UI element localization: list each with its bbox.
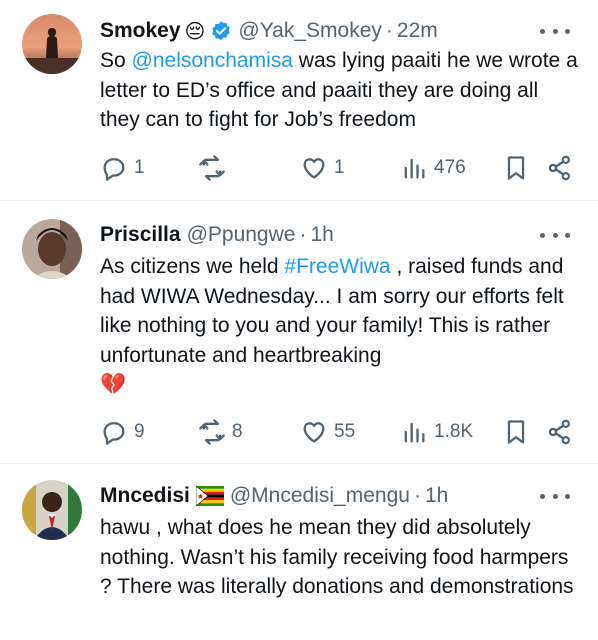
reply-count: 1 [134, 157, 145, 178]
like-count: 1 [334, 157, 345, 178]
reply-count: 9 [134, 421, 145, 442]
separator-dot: · [385, 19, 393, 42]
view-count: 1.8K [434, 421, 474, 442]
zimbabwe-flag-icon [195, 485, 224, 507]
tweet-2[interactable]: Priscilla @Ppungwe · 1h As citizens we h… [0, 201, 598, 463]
timestamp[interactable]: 1h [310, 223, 333, 247]
hashtag-link[interactable]: #FreeWiwa [284, 255, 390, 278]
views-icon [404, 422, 425, 443]
retweet-icon [199, 155, 225, 181]
user-handle[interactable]: @Yak_Smokey [238, 19, 381, 43]
bookmark-button[interactable] [502, 412, 530, 452]
bookmark-icon [507, 156, 525, 180]
views-button[interactable]: 476 [400, 148, 466, 188]
retweet-button[interactable] [198, 148, 232, 188]
share-icon [548, 155, 571, 181]
reply-icon [103, 158, 125, 181]
tweet-header: Smokey 😔 @Yak_Smokey · 22m [100, 14, 558, 48]
reply-button[interactable]: 1 [100, 148, 145, 188]
like-button[interactable]: 55 [300, 412, 355, 452]
separator-dot: · [413, 484, 421, 507]
view-count: 476 [434, 157, 466, 178]
separator-dot: · [299, 223, 307, 246]
tweet-header: Priscilla @Ppungwe · 1h [100, 218, 558, 252]
avatar[interactable] [22, 14, 82, 74]
more-options-button[interactable] [540, 484, 570, 508]
tweet-actions: 9 8 55 1.8K [100, 412, 580, 452]
more-options-button[interactable] [540, 223, 570, 247]
retweet-icon [199, 419, 225, 445]
tweet-header: Mncedisi @Mncedisi_mengu · 1h [100, 479, 558, 513]
verified-badge-icon [210, 20, 232, 42]
avatar[interactable] [22, 219, 82, 279]
user-handle[interactable]: @Ppungwe [187, 223, 296, 247]
reply-icon [103, 422, 125, 445]
broken-heart-emoji: 💔 [100, 373, 127, 396]
tweet-text: As citizens we held #FreeWiwa , raised f… [100, 252, 580, 400]
user-handle[interactable]: @Mncedisi_mengu [230, 484, 410, 508]
more-options-button[interactable] [540, 19, 570, 43]
display-name[interactable]: Mncedisi [100, 484, 190, 508]
avatar[interactable] [22, 480, 82, 540]
display-name[interactable]: Smokey [100, 19, 181, 43]
timestamp[interactable]: 22m [397, 19, 438, 43]
timestamp[interactable]: 1h [425, 484, 448, 508]
bookmark-icon [507, 420, 525, 444]
display-name[interactable]: Priscilla [100, 223, 181, 247]
tweet-3[interactable]: Mncedisi @Mncedisi_mengu · 1h hawu , wha… [0, 464, 598, 640]
heart-icon [303, 158, 325, 179]
views-icon [404, 158, 425, 179]
tweet-text-part: So [100, 49, 132, 72]
like-count: 55 [334, 421, 356, 442]
pensive-emoji: 😔 [184, 20, 206, 43]
share-icon [548, 419, 571, 445]
tweet-1[interactable]: Smokey 😔 @Yak_Smokey · 22m So @nelsoncha… [0, 0, 598, 200]
heart-icon [303, 422, 325, 443]
bookmark-button[interactable] [502, 148, 530, 188]
share-button[interactable] [546, 148, 574, 188]
retweet-button[interactable]: 8 [198, 412, 243, 452]
share-button[interactable] [546, 412, 574, 452]
reply-button[interactable]: 9 [100, 412, 145, 452]
tweet-actions: 1 1 476 [100, 148, 580, 188]
tweet-text-part: As citizens we held [100, 255, 285, 278]
mention-link[interactable]: @nelsonchamisa [132, 49, 293, 72]
like-button[interactable]: 1 [300, 148, 345, 188]
tweet-text: hawu , what does he mean they did absolu… [100, 516, 574, 598]
retweet-count: 8 [232, 421, 243, 442]
views-button[interactable]: 1.8K [400, 412, 473, 452]
tweet-text: So @nelsonchamisa was lying paaiti he we… [100, 46, 580, 135]
